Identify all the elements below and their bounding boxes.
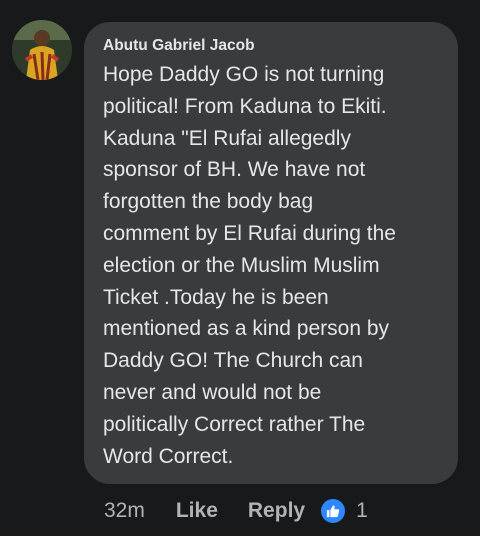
reply-button[interactable]: Reply xyxy=(248,499,305,523)
thumbs-up-icon[interactable] xyxy=(321,499,346,523)
reaction-count[interactable]: 1 xyxy=(356,499,368,523)
comment: Abutu Gabriel Jacob Hope Daddy GO is not… xyxy=(0,0,480,536)
like-button[interactable]: Like xyxy=(176,499,218,523)
comment-actions: 32m Like Reply 1 xyxy=(104,496,368,526)
timestamp[interactable]: 32m xyxy=(104,499,145,523)
avatar[interactable] xyxy=(12,20,72,80)
comment-text: Hope Daddy GO is not turning political! … xyxy=(103,63,396,468)
comment-bubble: Abutu Gabriel Jacob Hope Daddy GO is not… xyxy=(84,22,458,484)
author-name[interactable]: Abutu Gabriel Jacob xyxy=(103,37,440,55)
